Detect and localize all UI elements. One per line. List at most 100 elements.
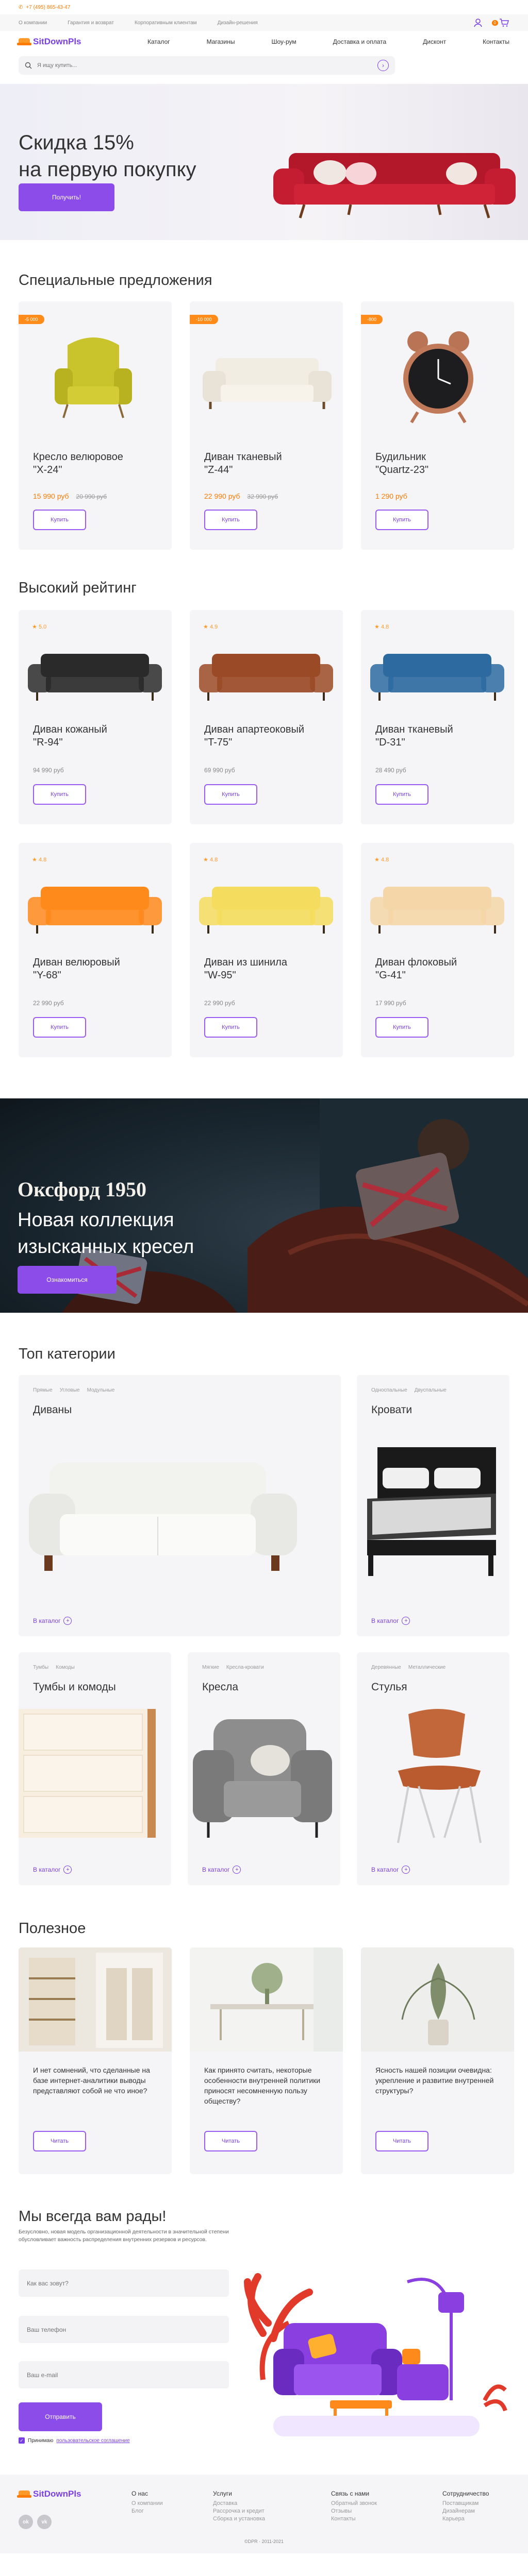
product-card[interactable]: ★ 4.8 Диван велюровый "Y-68" 22 990 руб Купи… (19, 843, 172, 1057)
buy-button[interactable]: Купить (204, 1017, 257, 1038)
phone-field[interactable] (19, 2316, 229, 2343)
article-text: Как принято считать, некоторые особеннос… (204, 2066, 321, 2105)
catalog-link[interactable]: В каталог + (371, 1617, 410, 1625)
cart-icon[interactable] (499, 18, 509, 27)
categories-heading: Топ категории (19, 1346, 116, 1362)
subnav-link-corporate[interactable]: Корпоративным клиентам (135, 20, 197, 26)
banner-explore-button[interactable]: Ознакомиться (18, 1266, 117, 1294)
star-icon: ★ (203, 857, 208, 863)
logo[interactable]: SitDownPls (17, 37, 147, 47)
agreement-link[interactable]: пользовательское соглашение (56, 2438, 129, 2444)
category-sub-link[interactable]: Мягкие (202, 1665, 219, 1670)
product-name: Диван тканевый "D-31" (375, 724, 453, 748)
category-sub-link[interactable]: Двуспальные (415, 1387, 447, 1393)
product-card[interactable]: ★ 4.8 Диван флоковый "G-41" 17 990 руб Купит… (361, 843, 514, 1057)
user-icon[interactable] (473, 18, 483, 27)
buy-button[interactable]: Купить (33, 510, 86, 530)
product-card[interactable]: ★ 4.9 Диван апартеоковый "T-75" 69 990 руб К… (190, 610, 343, 824)
category-sub-link[interactable]: Металлические (408, 1665, 446, 1670)
phone-link[interactable]: +7 (495) 865-43-47 (26, 5, 70, 10)
category-sub-link[interactable]: Модульные (87, 1387, 115, 1393)
catalog-link[interactable]: В каталог + (202, 1866, 241, 1874)
footer-link[interactable]: Контакты (331, 2515, 377, 2523)
name-field[interactable] (19, 2269, 229, 2297)
star-icon: ★ (203, 624, 208, 630)
hero-get-button[interactable]: Получить! (19, 183, 114, 211)
catalog-link[interactable]: В каталог + (371, 1866, 410, 1874)
category-card-beds[interactable]: Односпальные Двуспальные Кровати В катал… (357, 1375, 509, 1636)
footer-link[interactable]: Обратный звонок (331, 2500, 377, 2507)
star-icon: ★ (32, 624, 37, 630)
odnoklassniki-icon[interactable]: ok (19, 2515, 33, 2529)
catalog-link[interactable]: В каталог + (33, 1866, 72, 1874)
article-card[interactable]: Как принято считать, некоторые особеннос… (190, 1947, 343, 2174)
category-card-chairs[interactable]: Деревянные Металлические Стулья В катало… (357, 1652, 509, 1885)
buy-button[interactable]: Купить (375, 510, 428, 530)
discount-tag: -800 (361, 315, 383, 324)
search-submit-button[interactable]: › (377, 60, 389, 71)
specials-heading: Специальные предложения (19, 272, 212, 289)
category-card-sofas[interactable]: Прямые Угловые Модульные Диваны В катало… (19, 1375, 341, 1636)
nav-stores[interactable]: Магазины (207, 38, 235, 45)
buy-button[interactable]: Купить (33, 1017, 86, 1038)
footer-link[interactable]: Карьера (442, 2515, 489, 2523)
agreement-checkbox[interactable]: ✓ (19, 2437, 25, 2444)
rating-grid: ★ 5.0 Диван кожаный "R-94" 94 990 руб Купить… (0, 610, 528, 1057)
product-card[interactable]: ★ 4.8 Диван тканевый "D-31" 28 490 руб Купит… (361, 610, 514, 824)
catalog-link[interactable]: В каталог + (33, 1617, 72, 1625)
category-sub-link[interactable]: Деревянные (371, 1665, 401, 1670)
subnav-link-about[interactable]: О компании (19, 20, 47, 26)
buy-button[interactable]: Купить (33, 784, 86, 805)
vk-icon[interactable]: vk (37, 2515, 52, 2529)
submit-button[interactable]: Отправить (19, 2402, 102, 2431)
footer-link[interactable]: Отзывы (331, 2507, 377, 2515)
read-button[interactable]: Читать (204, 2131, 257, 2151)
product-card[interactable]: ★ 5.0 Диван кожаный "R-94" 94 990 руб Купить (19, 610, 172, 824)
sofa-image (28, 887, 162, 934)
search-bar: › (19, 56, 395, 75)
subnav-link-warranty[interactable]: Гарантия и возврат (68, 20, 114, 26)
plant-vase-image (361, 1947, 514, 2052)
nav-contacts[interactable]: Контакты (483, 38, 509, 45)
discount-tag: -10 000 (190, 315, 218, 324)
subnav-link-design[interactable]: Дизайн-решения (218, 20, 258, 26)
category-card-armchairs[interactable]: Мягкие Кресла-кровати Кресла В каталог + (188, 1652, 340, 1885)
footer-logo[interactable]: SitDownPls (17, 2489, 81, 2499)
article-card[interactable]: Ясность нашей позиции очевидна: укреплен… (361, 1947, 514, 2174)
category-sub-link[interactable]: Односпальные (371, 1387, 407, 1393)
footer-link[interactable]: Блог (131, 2507, 163, 2515)
buy-button[interactable]: Купить (375, 1017, 428, 1038)
category-sub-link[interactable]: Прямые (33, 1387, 53, 1393)
footer-link[interactable]: Доставка (213, 2500, 265, 2507)
footer-link[interactable]: О компании (131, 2500, 163, 2507)
nav-delivery[interactable]: Доставка и оплата (333, 38, 387, 45)
read-button[interactable]: Читать (375, 2131, 428, 2151)
article-card[interactable]: И нет сомнений, что сделанные на базе ин… (19, 1947, 172, 2174)
product-card[interactable]: -5 000 Кресло велюровое "Х-24" 15 990 руб… (19, 301, 172, 550)
buy-button[interactable]: Купить (375, 784, 428, 805)
footer-link[interactable]: Рассрочка и кредит (213, 2507, 265, 2515)
rating: ★ 4.8 (374, 624, 389, 630)
category-sub-link[interactable]: Комоды (56, 1665, 75, 1670)
footer-link[interactable]: Сборка и установка (213, 2515, 265, 2523)
product-card[interactable]: -10 000 Диван тканевый "Z-44" 22 990 руб 3… (190, 301, 343, 550)
nav-discount[interactable]: Дисконт (423, 38, 446, 45)
search-input[interactable] (37, 62, 372, 69)
email-field[interactable] (19, 2361, 229, 2388)
nav-showroom[interactable]: Шоу-рум (271, 38, 296, 45)
category-sub-link[interactable]: Угловые (60, 1387, 80, 1393)
buy-button[interactable]: Купить (204, 510, 257, 530)
rating: ★ 4.8 (203, 857, 218, 863)
buy-button[interactable]: Купить (204, 784, 257, 805)
nav-catalog[interactable]: Каталог (147, 38, 170, 45)
read-button[interactable]: Читать (33, 2131, 86, 2151)
rating-heading: Высокий рейтинг (19, 580, 137, 596)
category-card-dressers[interactable]: Тумбы Комоды Тумбы и комоды В каталог + (19, 1652, 171, 1885)
product-card[interactable]: ★ 4.8 Диван из шинила "W-95" 22 990 руб Купи… (190, 843, 343, 1057)
footer-link[interactable]: Поставщикам (442, 2500, 489, 2507)
category-sub-link[interactable]: Кресла-кровати (226, 1665, 264, 1670)
category-sub-link[interactable]: Тумбы (33, 1665, 48, 1670)
product-card[interactable]: -800 Будильник "Quartz-23" 1 290 руб Купи… (361, 301, 514, 550)
footer-link[interactable]: Дизайнерам (442, 2507, 489, 2515)
dining-room-image (190, 1947, 343, 2052)
